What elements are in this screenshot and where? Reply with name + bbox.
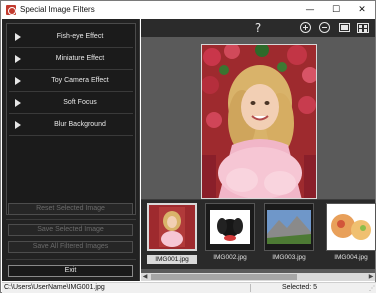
exit-button[interactable]: Exit [8,265,133,277]
play-arrow-icon [15,99,21,107]
thumbnail-item[interactable]: IMG003.jpg [264,203,314,262]
effect-label: Blur Background [54,121,106,128]
play-arrow-icon [15,55,21,63]
thumbnail-view-icon[interactable] [356,21,370,35]
help-icon[interactable]: ? [251,21,265,35]
image-panel: ? IMG001.jpg IMG002.jpg IMG003.jpg IMG00… [141,19,376,281]
effect-blur-background[interactable]: Blur Background [9,115,133,136]
thumbnail-filename: IMG004.jpg [334,254,368,261]
zoom-out-icon[interactable] [317,21,331,35]
thumbnail-image [147,203,197,251]
status-bar: C:\Users\UserName\IMG001.jpg Selected: 5… [2,282,376,293]
thumbnail-image [326,203,376,251]
thumbnail-strip: IMG001.jpg IMG002.jpg IMG003.jpg IMG004.… [141,199,376,269]
maximize-button[interactable]: ☐ [323,2,349,18]
effect-miniature[interactable]: Miniature Effect [9,49,133,70]
thumbnail-filename: IMG003.jpg [272,254,306,261]
zoom-in-icon[interactable] [298,21,312,35]
thumbnail-image [205,203,255,251]
thumbnail-filename: IMG001.jpg [147,255,197,264]
save-all-filtered-images-button[interactable]: Save All Filtered Images [8,241,133,253]
thumbnail-filename: IMG002.jpg [213,254,247,261]
title-bar: Special Image Filters — ☐ ✕ [1,1,375,19]
reset-selected-image-button[interactable]: Reset Selected Image [8,203,133,215]
minimize-button[interactable]: — [297,2,323,18]
effect-fish-eye[interactable]: Fish-eye Effect [9,27,133,48]
special-image-filters-window: Special Image Filters — ☐ ✕ Fish-eye Eff… [0,0,376,293]
filter-panel: Fish-eye Effect Miniature Effect Toy Cam… [2,19,140,281]
save-selected-image-button[interactable]: Save Selected Image [8,224,133,236]
app-icon [6,5,16,15]
resize-grip-icon[interactable]: ⋰ [369,286,375,292]
effect-label: Miniature Effect [55,55,105,62]
scroll-right-icon[interactable]: ▶ [367,273,375,281]
scroll-left-icon[interactable]: ◀ [141,273,149,281]
effect-label: Fish-eye Effect [56,33,104,40]
thumbnail-item[interactable]: IMG001.jpg [147,203,197,264]
full-screen-icon[interactable] [337,21,351,35]
preview-image[interactable] [201,44,317,199]
play-arrow-icon [15,77,21,85]
play-arrow-icon [15,121,21,129]
effects-list: Fish-eye Effect Miniature Effect Toy Cam… [6,23,136,215]
close-button[interactable]: ✕ [349,2,375,18]
effect-label: Soft Focus [63,99,97,106]
effect-label: Toy Camera Effect [51,77,109,84]
effect-soft-focus[interactable]: Soft Focus [9,93,133,114]
thumbnail-scrollbar[interactable]: ◀ ▶ [141,273,375,281]
divider [6,219,136,220]
thumbnail-item[interactable]: IMG002.jpg [205,203,255,262]
divider [6,259,136,260]
effect-toy-camera[interactable]: Toy Camera Effect [9,71,133,92]
preview-area [141,37,375,216]
selected-count: Selected: 5 [282,284,318,291]
play-arrow-icon [15,33,21,41]
window-title: Special Image Filters [20,5,95,14]
scrollbar-thumb[interactable] [151,274,297,280]
thumbnail-item[interactable]: IMG004.jpg [326,203,376,262]
view-toolbar: ? [141,19,375,37]
file-path: C:\Users\UserName\IMG001.jpg [4,284,105,291]
divider [250,284,251,292]
thumbnail-image [264,203,314,251]
